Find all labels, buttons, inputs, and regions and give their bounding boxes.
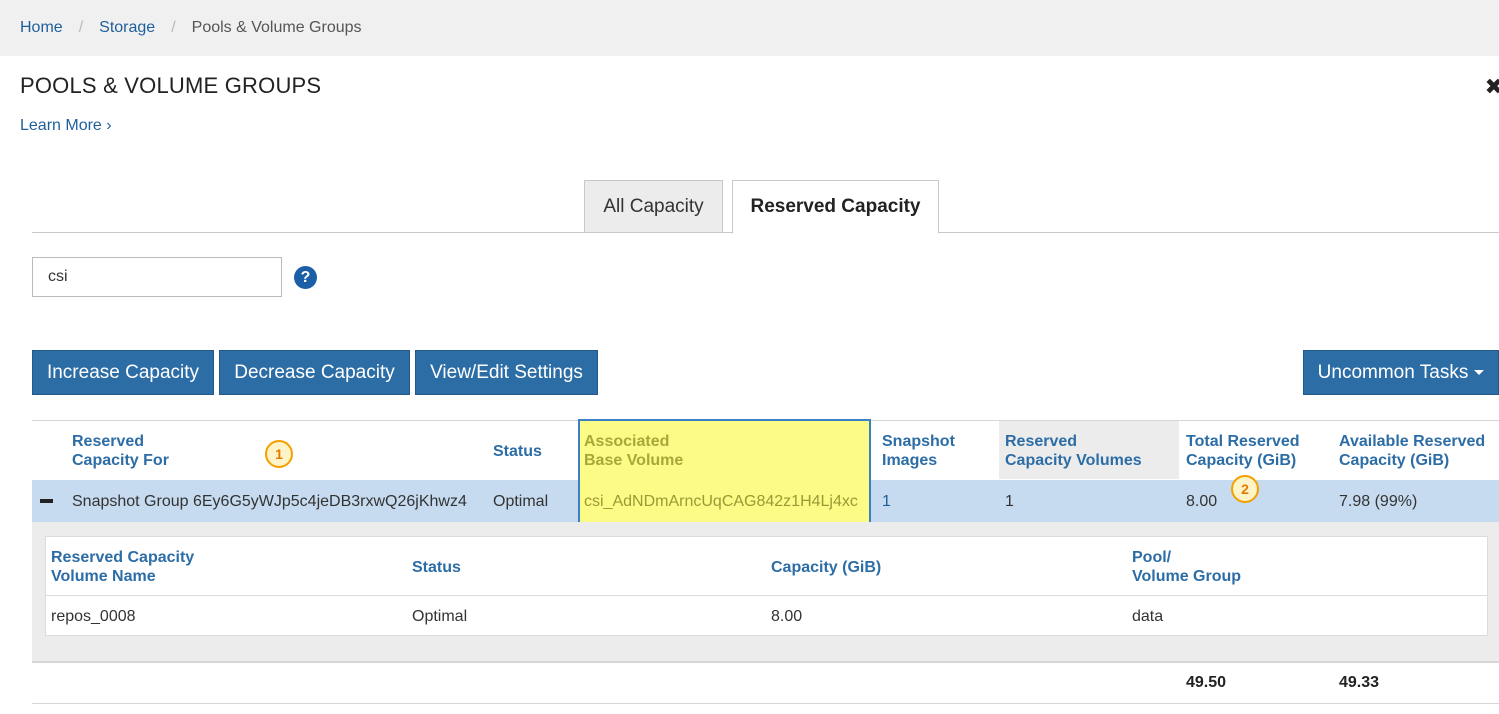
uncommon-tasks-label: Uncommon Tasks — [1317, 361, 1469, 383]
cell-snapshot-images-link[interactable]: 1 — [882, 492, 891, 511]
detail-cell-pool: data — [1132, 608, 1164, 625]
cell-base-volume: csi_AdNDmArncUqCAG842z1H4Lj4xc — [584, 493, 858, 510]
detail-cell-status: Optimal — [412, 608, 468, 625]
cell-status: Optimal — [493, 493, 549, 510]
help-icon[interactable]: ? — [294, 266, 317, 289]
detail-cell-volume-name: repos_0008 — [51, 608, 136, 625]
column-header-reserved-capacity-for[interactable]: Reserved Capacity For — [72, 432, 169, 470]
uncommon-tasks-button[interactable]: Uncommon Tasks — [1303, 350, 1499, 395]
column-header-status[interactable]: Status — [493, 442, 542, 461]
column-header-associated-base-volume[interactable]: Associated Base Volume — [584, 432, 683, 470]
tab-reserved-capacity[interactable]: Reserved Capacity — [732, 180, 939, 234]
cell-total-reserved: 8.00 — [1186, 493, 1218, 510]
decrease-capacity-button[interactable]: Decrease Capacity — [219, 350, 410, 395]
learn-more-label: Learn More — [20, 117, 102, 134]
callout-badge-1: 1 — [265, 440, 293, 468]
cell-reserved-capacity-volumes: 1 — [1005, 493, 1014, 510]
cell-reserved-for: Snapshot Group 6Ey6G5yWJp5c4jeDB3rxwQ26j… — [72, 493, 467, 510]
total-reserved-sum: 49.50 — [1186, 674, 1227, 691]
column-header-total-reserved-capacity[interactable]: Total Reserved Capacity (GiB) — [1186, 432, 1300, 470]
breadcrumb-current: Pools & Volume Groups — [191, 19, 362, 36]
caret-down-icon — [1474, 370, 1485, 375]
filter-input[interactable] — [32, 257, 282, 297]
table-bottom-border — [32, 703, 1499, 704]
totals-divider — [32, 661, 1499, 663]
breadcrumb-home[interactable]: Home — [20, 19, 63, 37]
view-edit-settings-button[interactable]: View/Edit Settings — [415, 350, 598, 395]
collapse-row-icon[interactable] — [40, 499, 53, 503]
page-title: POOLS & VOLUME GROUPS — [20, 73, 322, 98]
close-icon[interactable]: ✖ — [1485, 74, 1499, 100]
breadcrumb-separator: / — [78, 19, 84, 36]
breadcrumb: Home / Storage / Pools & Volume Groups — [0, 0, 1499, 56]
available-reserved-sum: 49.33 — [1339, 674, 1380, 691]
detail-header-divider — [45, 595, 1488, 596]
increase-capacity-button[interactable]: Increase Capacity — [32, 350, 214, 395]
detail-header-pool[interactable]: Pool/ Volume Group — [1132, 548, 1241, 586]
tab-all-capacity[interactable]: All Capacity — [584, 180, 723, 233]
detail-header-volume-name[interactable]: Reserved Capacity Volume Name — [51, 548, 194, 586]
chevron-right-icon: › — [106, 117, 112, 134]
learn-more-link[interactable]: Learn More › — [20, 117, 112, 135]
detail-header-capacity[interactable]: Capacity (GiB) — [771, 558, 881, 577]
detail-header-status[interactable]: Status — [412, 558, 461, 577]
column-header-reserved-capacity-volumes[interactable]: Reserved Capacity Volumes — [1005, 432, 1142, 470]
detail-table — [45, 536, 1488, 636]
column-header-available-reserved-capacity[interactable]: Available Reserved Capacity (GiB) — [1339, 432, 1485, 470]
callout-badge-2: 2 — [1231, 475, 1259, 503]
detail-cell-capacity: 8.00 — [771, 608, 803, 625]
breadcrumb-separator: / — [171, 19, 176, 36]
cell-available-reserved: 7.98 (99%) — [1339, 493, 1418, 510]
breadcrumb-storage[interactable]: Storage — [99, 19, 155, 37]
column-header-snapshot-images[interactable]: Snapshot Images — [882, 432, 955, 470]
